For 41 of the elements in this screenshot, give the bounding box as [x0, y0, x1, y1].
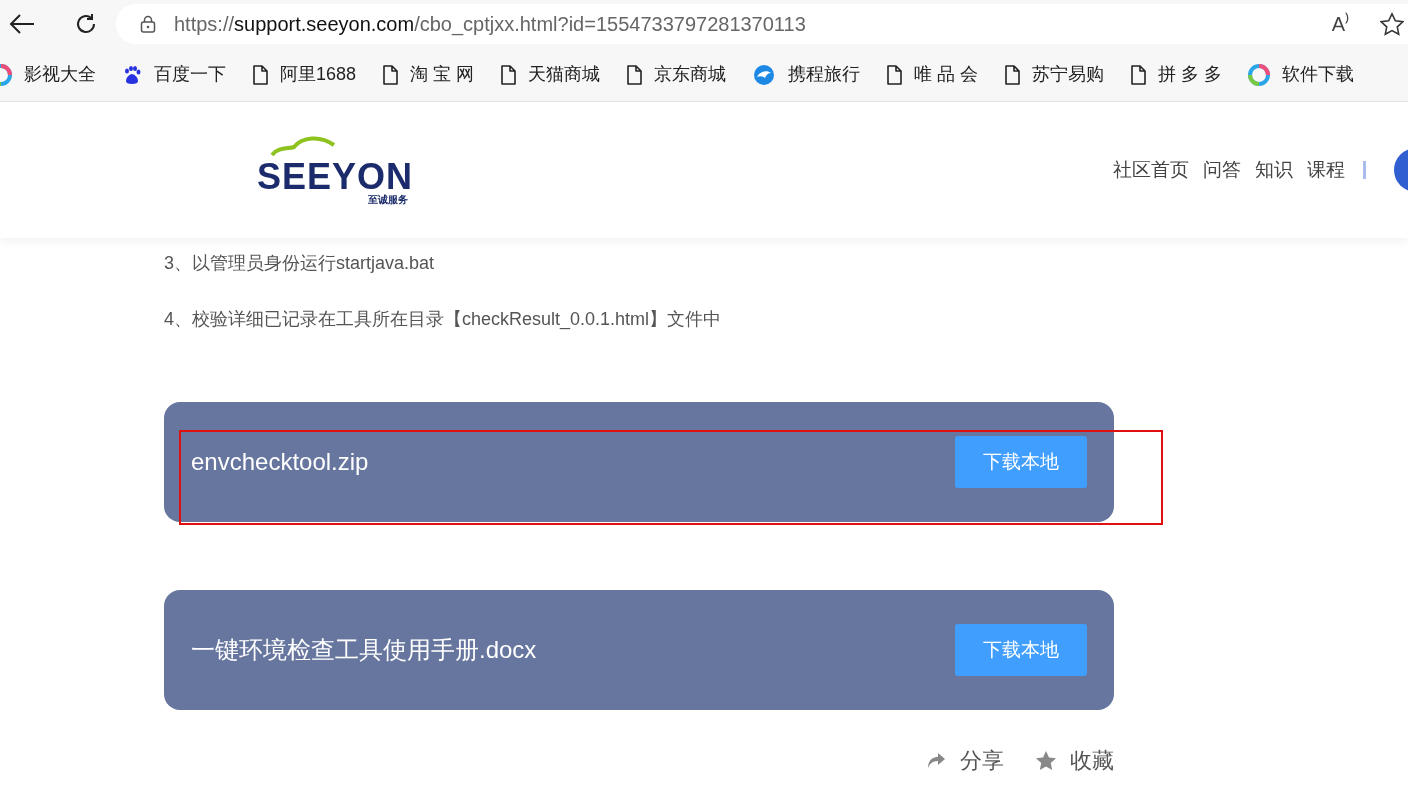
nav-link[interactable]: 问答 [1203, 155, 1241, 185]
read-aloud-button[interactable]: A⁾ [1331, 9, 1350, 39]
star-icon [1036, 751, 1056, 770]
page-icon [626, 64, 643, 85]
circle-logo-icon [1248, 63, 1271, 86]
bookmark-link[interactable]: 唯 品 会 [914, 61, 979, 88]
nav-link[interactable]: 课程 [1307, 155, 1345, 185]
page-icon [886, 64, 903, 85]
dolphin-icon [752, 63, 777, 86]
star-outline-icon[interactable] [1380, 12, 1404, 36]
page-icon [1130, 64, 1147, 85]
bookmark-link[interactable]: 软件下载 [1282, 61, 1355, 88]
bookmark-link[interactable]: 苏宁易购 [1032, 61, 1105, 88]
file-name: 一键环境检查工具使用手册.docx [191, 635, 537, 665]
bookmark-link[interactable]: 携程旅行 [788, 61, 861, 88]
page-icon [382, 64, 399, 85]
bookmark-link[interactable]: 天猫商城 [528, 61, 601, 88]
nav-link[interactable]: 知识 [1255, 155, 1293, 185]
bookmark-link[interactable]: 拼 多 多 [1158, 61, 1223, 88]
step-text: 3、以管理员身份运行startjava.bat [164, 252, 436, 275]
url-text: https://support.seeyon.com/cbo_cptjxx.html?id=1554733797281370113 [174, 12, 806, 38]
page-icon [252, 64, 268, 85]
bookmark-link[interactable]: 淘 宝 网 [410, 61, 475, 88]
page-icon [1004, 64, 1021, 85]
nav-link[interactable]: 社区首页 [1113, 155, 1189, 185]
bookmark-link[interactable]: 京东商城 [654, 61, 727, 88]
paw-icon [122, 64, 142, 85]
back-arrow-icon[interactable] [8, 12, 36, 36]
action-link[interactable]: 收藏 [1070, 744, 1114, 777]
address-bar[interactable]: https://support.seeyon.com/cbo_cptjxx.html?id=1554733797281370113 A⁾ [116, 4, 1408, 44]
file-name: envchecktool.zip [191, 447, 369, 477]
bookmark-link[interactable]: 阿里1688 [280, 61, 357, 88]
share-arrow-icon [926, 751, 946, 770]
bookmark-link[interactable]: 百度一下 [154, 61, 226, 88]
lock-icon [140, 15, 156, 33]
step-text: 4、校验详细已记录在工具所在目录【checkResult_0.0.1.html】文件中 [164, 308, 723, 332]
logo-tagline: 至诚服务 [368, 195, 408, 205]
bookmark-link[interactable]: 影视大全 [24, 61, 96, 88]
reload-icon[interactable] [74, 12, 98, 36]
page-icon [500, 64, 517, 85]
action-link[interactable]: 分享 [960, 744, 1004, 777]
